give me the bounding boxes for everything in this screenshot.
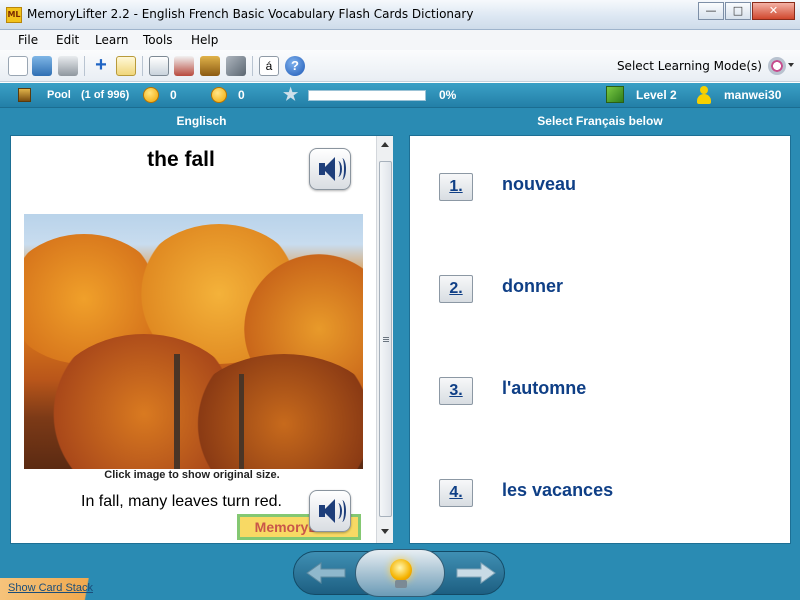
question-header: Englisch: [176, 114, 227, 128]
show-card-stack-link[interactable]: Show Card Stack: [8, 582, 93, 594]
settings-tools-icon[interactable]: [226, 56, 246, 76]
show-card-stack-tab[interactable]: Show Card Stack: [0, 578, 122, 600]
question-word: the fall: [147, 148, 215, 171]
smiley-happy-icon: [143, 87, 159, 103]
next-card-button[interactable]: [453, 561, 497, 585]
title-bar: ML MemoryLifter 2.2 - English French Bas…: [0, 0, 800, 30]
answer-panel: 1. nouveau 2. donner 3. l'automne 4. les…: [409, 135, 791, 544]
example-sentence: In fall, many leaves turn red.: [81, 493, 282, 510]
maximize-button[interactable]: □: [725, 2, 751, 20]
pool-label: Pool: [47, 89, 71, 101]
answer-number-button[interactable]: 4.: [439, 479, 473, 507]
print-icon[interactable]: [58, 56, 78, 76]
scroll-grip: [383, 337, 389, 338]
answer-number-button[interactable]: 2.: [439, 275, 473, 303]
special-char-icon[interactable]: á: [259, 56, 279, 76]
answer-text[interactable]: nouveau: [502, 174, 576, 195]
play-example-audio-button[interactable]: [309, 490, 351, 532]
window-controls: — □ ✕: [697, 2, 795, 20]
help-icon[interactable]: ?: [285, 56, 305, 76]
lightbulb-icon: [390, 559, 412, 581]
sound-wave-icon: [338, 500, 346, 522]
autumn-tree-image[interactable]: [24, 214, 363, 469]
progress-bar: [308, 90, 426, 101]
wrong-count: 0: [238, 88, 245, 102]
status-bar: Pool (1 of 996) 0 0 ★ 0% Level 2 manwei3…: [0, 83, 800, 108]
user-icon-body: [697, 94, 711, 104]
menu-tools[interactable]: Tools: [143, 33, 173, 47]
menu-edit[interactable]: Edit: [56, 33, 79, 47]
card-box-icon: [18, 88, 31, 102]
answer-header: Select Français below: [537, 114, 663, 128]
play-word-audio-button[interactable]: [309, 148, 351, 190]
previous-card-button[interactable]: [305, 561, 349, 585]
card-box-icon[interactable]: [200, 56, 220, 76]
hint-button[interactable]: [355, 549, 445, 597]
app-logo-icon: ML: [6, 7, 22, 23]
vertical-scrollbar[interactable]: [376, 136, 393, 543]
sound-wave-icon: [338, 158, 346, 180]
new-document-icon[interactable]: [8, 56, 28, 76]
progress-percent: 0%: [439, 88, 457, 102]
menu-learn[interactable]: Learn: [95, 33, 129, 47]
learning-mode-label[interactable]: Select Learning Mode(s): [617, 59, 762, 73]
level-box-icon: [606, 86, 624, 103]
user-icon: [697, 86, 711, 104]
menu-file[interactable]: File: [18, 33, 38, 47]
add-card-icon[interactable]: +: [91, 55, 111, 76]
chevron-down-icon[interactable]: [788, 63, 794, 67]
presentation-icon[interactable]: [149, 56, 169, 76]
toolbar: + á ? Select Learning Mode(s): [0, 50, 800, 82]
scroll-grip: [383, 339, 389, 340]
question-panel: the fall Click image to show original si…: [10, 135, 393, 544]
gear-icon[interactable]: [768, 57, 786, 75]
open-folder-icon[interactable]: [32, 56, 52, 76]
menu-help[interactable]: Help: [191, 33, 218, 47]
image-caption: Click image to show original size.: [104, 469, 280, 481]
scroll-up-icon[interactable]: [381, 142, 389, 147]
user-name: manwei30: [724, 88, 782, 102]
edit-card-icon[interactable]: [116, 56, 136, 76]
learning-area: Pool (1 of 996) 0 0 ★ 0% Level 2 manwei3…: [0, 83, 800, 600]
tree-trunk: [239, 374, 244, 469]
scroll-down-icon[interactable]: [381, 529, 389, 534]
level-label: Level 2: [636, 88, 677, 102]
card-navigation: [293, 549, 507, 597]
toolbar-separator: [84, 56, 85, 76]
answer-number-button[interactable]: 3.: [439, 377, 473, 405]
smiley-sad-icon: [211, 87, 227, 103]
menu-bar: File Edit Learn Tools Help: [0, 30, 800, 50]
close-button[interactable]: ✕: [752, 2, 795, 20]
window-title: MemoryLifter 2.2 - English French Basic …: [27, 7, 474, 21]
scroll-thumb[interactable]: [379, 161, 392, 517]
scroll-grip: [383, 341, 389, 342]
slideshow-icon[interactable]: [174, 56, 194, 76]
pool-count: (1 of 996): [81, 89, 130, 101]
lightbulb-base: [395, 580, 407, 588]
toolbar-separator: [252, 56, 253, 76]
user-icon-head: [700, 86, 708, 94]
toolbar-separator: [142, 56, 143, 76]
answer-number-button[interactable]: 1.: [439, 173, 473, 201]
star-icon: ★: [283, 85, 299, 104]
correct-count: 0: [170, 88, 177, 102]
answer-text[interactable]: donner: [502, 276, 563, 297]
minimize-button[interactable]: —: [698, 2, 724, 20]
answer-text[interactable]: les vacances: [502, 480, 613, 501]
answer-text[interactable]: l'automne: [502, 378, 586, 399]
tree-trunk: [174, 354, 180, 469]
